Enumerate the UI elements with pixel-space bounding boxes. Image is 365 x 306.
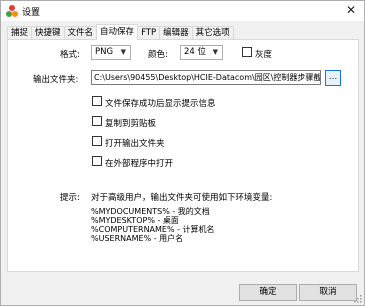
- settings-window: 设置 ✕ 捕捉 快捷键 文件名 自动保存 FTP 编辑器 其它选项 格式: PN…: [0, 0, 365, 306]
- browse-button[interactable]: ...: [325, 70, 341, 86]
- option-label: 在外部程序中打开: [105, 159, 174, 169]
- output-folder-label: 输出文件夹:: [33, 75, 79, 85]
- tab-ftp[interactable]: FTP: [137, 26, 161, 40]
- tab-strip: 捕捉 快捷键 文件名 自动保存 FTP 编辑器 其它选项: [7, 24, 234, 40]
- ok-button[interactable]: 确定: [239, 284, 297, 301]
- format-value: PNG: [95, 47, 114, 57]
- autosave-panel: 格式: PNG ▼ 颜色: 24 位 ▼ 灰度 输出文件夹: C:\Users\…: [7, 39, 359, 272]
- format-select[interactable]: PNG ▼: [91, 45, 131, 60]
- cancel-button[interactable]: 取消: [299, 284, 357, 301]
- dropdown-arrow-icon: ▼: [212, 48, 218, 56]
- option-checkbox[interactable]: [92, 156, 102, 166]
- option-label: 复制到剪贴板: [105, 119, 157, 129]
- dropdown-arrow-icon: ▼: [120, 48, 126, 56]
- option-label: 文件保存成功后显示提示信息: [105, 99, 216, 109]
- color-select[interactable]: 24 位 ▼: [180, 45, 223, 60]
- color-value: 24 位: [184, 47, 207, 57]
- tab-autosave[interactable]: 自动保存: [96, 24, 139, 40]
- env-var-item: %USERNAME% - 用户名: [91, 234, 184, 243]
- option-label: 打开输出文件夹: [105, 139, 165, 149]
- option-checkbox[interactable]: [92, 96, 102, 106]
- hint-text: 对于高级用户，输出文件夹可使用如下环境变量:: [91, 193, 273, 203]
- option-checkbox[interactable]: [92, 136, 102, 146]
- hint-label: 提示:: [60, 193, 80, 203]
- tab-hotkeys[interactable]: 快捷键: [31, 26, 65, 40]
- tab-editor[interactable]: 编辑器: [159, 26, 193, 40]
- grayscale-label: 灰度: [255, 50, 273, 60]
- format-label: 格式:: [60, 50, 80, 60]
- app-icon: [5, 4, 19, 18]
- color-label: 颜色:: [148, 50, 168, 60]
- window-title: 设置: [22, 8, 41, 18]
- size-grip-icon[interactable]: [354, 295, 362, 303]
- option-checkbox[interactable]: [92, 116, 102, 126]
- tab-other-options[interactable]: 其它选项: [191, 26, 234, 40]
- title-bar: 设置 ✕: [1, 1, 364, 21]
- tab-filename[interactable]: 文件名: [63, 26, 98, 40]
- tab-capture[interactable]: 捕捉: [7, 26, 33, 40]
- close-icon[interactable]: ✕: [344, 3, 358, 17]
- grayscale-checkbox[interactable]: [242, 47, 252, 57]
- output-folder-input[interactable]: C:\Users\90455\Desktop\HCIE-Datacom\园区\控…: [91, 70, 321, 85]
